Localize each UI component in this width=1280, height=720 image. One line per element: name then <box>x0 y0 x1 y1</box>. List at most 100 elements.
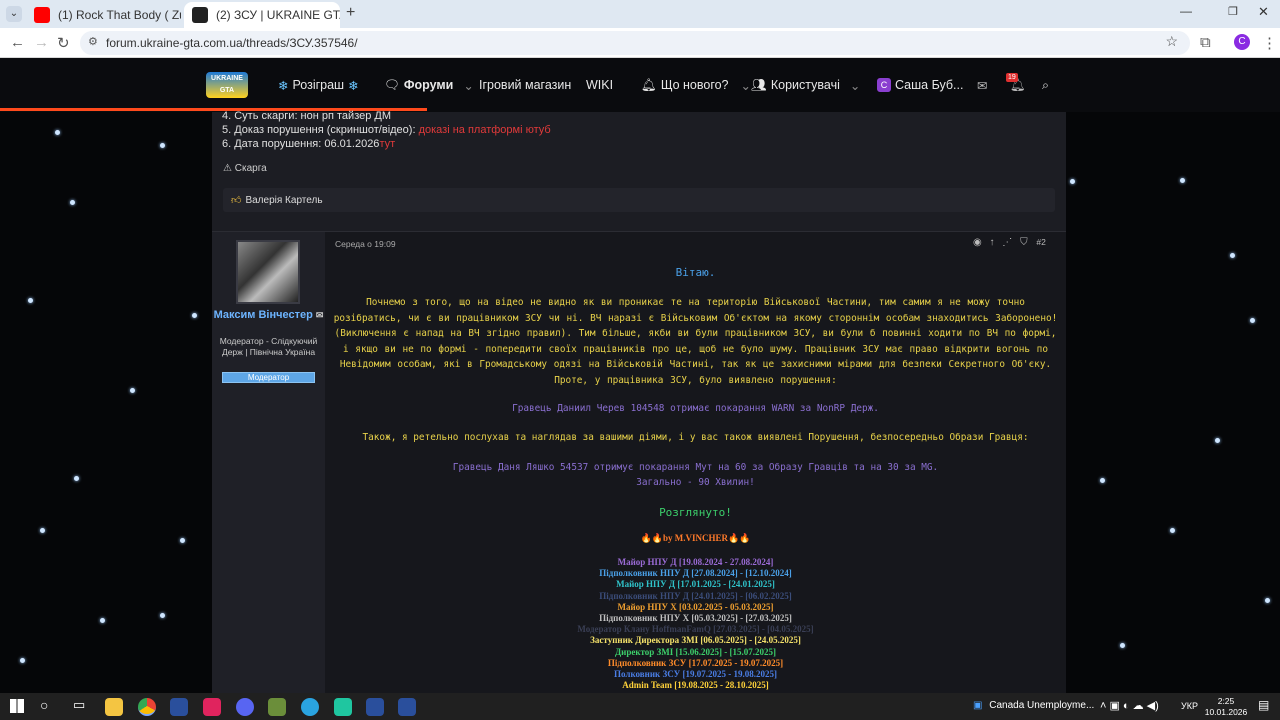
clock-time: 2:25 <box>1217 696 1235 706</box>
minimize-icon[interactable]: — <box>1180 4 1192 18</box>
post-date[interactable]: Середа о 19:09 <box>335 239 396 249</box>
nav-shop[interactable]: Ігровий магазин <box>479 58 571 112</box>
news-widget[interactable]: ▣ Canada Unemployme... <box>973 700 1094 711</box>
penalty-2: Гравець Даня Ляшко 54537 отримує покаран… <box>452 462 939 473</box>
inbox-icon[interactable]: ✉ <box>977 58 987 112</box>
site-info-icon[interactable]: ⚙ <box>88 35 98 48</box>
snowflake <box>70 200 75 205</box>
back-icon[interactable]: ← <box>10 34 25 51</box>
app-icon[interactable] <box>170 698 188 716</box>
snowflake <box>55 130 60 135</box>
nav-wiki[interactable]: WIKI <box>586 58 613 112</box>
snowflake <box>1100 478 1105 483</box>
url-text: forum.ukraine-gta.com.ua/threads/ЗСУ.357… <box>106 36 358 50</box>
share-icon[interactable]: ⋰ <box>1002 237 1012 248</box>
forward-icon[interactable]: → <box>34 34 49 51</box>
greeting: Вітаю. <box>675 266 716 279</box>
snowflake <box>28 298 33 303</box>
paragraph-2: Також, я ретельно послухав та наглядав з… <box>362 432 1029 443</box>
language-indicator[interactable]: УКР <box>1181 701 1198 711</box>
snowflake <box>40 528 45 533</box>
bookmark-check-icon[interactable]: ◉ <box>973 237 982 248</box>
tiktok-icon[interactable] <box>203 698 221 716</box>
app-icon[interactable] <box>398 698 416 716</box>
nav-giveaway[interactable]: ❄ Розіграш ❄ <box>278 58 359 112</box>
career-line: Директор ЗМІ [15.06.2025] - [15.07.2025] <box>614 646 777 657</box>
post-2: Максим Вінчестер ✉ Модератор - Слідкуючи… <box>212 231 1066 693</box>
profile-avatar[interactable]: C <box>1234 34 1250 50</box>
bookmark-star-icon[interactable]: ☆ <box>1165 33 1178 50</box>
browser-tab-forum[interactable]: (2) ЗСУ | UKRAINE GTA - Ігрові ✕ <box>184 2 340 28</box>
notifications-icon[interactable]: ▤ <box>1258 698 1269 712</box>
nav-forums-label: Форуми <box>403 78 454 92</box>
reactions-bar[interactable]: 👍︎ Валерія Картель <box>223 188 1055 212</box>
bookmark-icon[interactable]: ⛉ <box>1020 237 1028 248</box>
snowflake <box>100 618 105 623</box>
vpn-icon[interactable] <box>334 698 352 716</box>
account-avatar: С <box>877 78 891 92</box>
snowflake <box>180 538 185 543</box>
forum-favicon-icon <box>192 7 208 23</box>
career-line: Майор НПУ Д [19.08.2024 - 27.08.2024] <box>617 557 774 567</box>
career-line: Підполковник НПУ Д [27.08.2024] - [12.10… <box>599 568 792 579</box>
chat-icon: 🗨 <box>384 77 400 92</box>
post-number[interactable]: #2 <box>1036 237 1045 247</box>
date-link[interactable]: тут <box>379 138 395 150</box>
site-logo[interactable]: UKRAINE GTA <box>206 72 248 98</box>
chevron-down-icon[interactable]: ⌄ <box>463 78 473 93</box>
avatar[interactable] <box>236 240 300 304</box>
envelope-icon: ✉ <box>315 310 324 320</box>
new-tab-button[interactable]: + <box>346 4 355 22</box>
snowflake <box>1215 438 1220 443</box>
telegram-icon[interactable] <box>301 698 319 716</box>
tab-search-button[interactable]: ⌄ <box>6 6 22 22</box>
nav-forums[interactable]: 🗨 Форуми ⌄ <box>384 58 474 112</box>
youtube-icon <box>34 7 50 23</box>
task-view-icon[interactable]: ▭ <box>73 697 85 713</box>
report-button[interactable]: ⚠ Скарга <box>223 163 267 174</box>
post-actions: ◉ ↑ ⋰ ⛉ #2 <box>973 237 1046 248</box>
alerts-bell-icon[interactable]: 🔔︎ 19 <box>1006 58 1026 112</box>
username-link[interactable]: Максим Вінчестер ✉ <box>212 309 325 322</box>
windows-taskbar: ○ ▭ ▣ Canada Unemployme... ˄ ▣ ◐ ☁ ◀︎) У… <box>0 693 1280 720</box>
chevron-down-icon[interactable]: ⌄ <box>741 78 751 93</box>
warning-icon: ⚠ <box>223 163 232 174</box>
reload-icon[interactable]: ↻ <box>57 34 70 52</box>
web-page: UKRAINE GTA ❄ Розіграш ❄ 🗨 Форуми ⌄ Ігро… <box>0 58 1280 693</box>
clock[interactable]: 2:25 10.01.2026 <box>1203 696 1249 718</box>
status: Розглянуто! <box>659 506 732 519</box>
snowflake <box>1180 178 1185 183</box>
file-explorer-icon[interactable] <box>105 698 123 716</box>
chevron-down-icon[interactable]: ⌄ <box>850 78 860 93</box>
window-close-icon[interactable]: ✕ <box>1258 4 1269 20</box>
nav-account[interactable]: С Саша Буб... <box>877 58 963 112</box>
restore-icon[interactable]: ❐ <box>1228 5 1238 18</box>
moderator-badge: Модератор <box>222 372 315 383</box>
discord-icon[interactable] <box>236 698 254 716</box>
menu-icon[interactable]: ⋮ <box>1262 34 1277 52</box>
arrow-up-icon[interactable]: ↑ <box>990 237 995 248</box>
search-icon[interactable]: ○ <box>40 697 48 713</box>
extensions-icon[interactable]: ⧉ <box>1200 34 1211 51</box>
chrome-icon[interactable] <box>138 698 156 716</box>
windows-start-icon[interactable] <box>10 699 24 713</box>
evidence-link[interactable]: доказі на платформі ютуб <box>419 124 551 136</box>
snowflake <box>74 476 79 481</box>
career-line: Підполковник ЗСУ [17.07.2025 - 19.07.202… <box>607 657 784 668</box>
thumbs-up-icon: 👍︎ <box>231 195 242 206</box>
nav-wiki-label: WIKI <box>586 78 614 92</box>
snowflake-icon: ❄ <box>278 78 289 93</box>
reaction-user[interactable]: Валерія Картель <box>245 195 322 206</box>
browser-tab-youtube[interactable]: (1) Rock That Body ( Zusebi Re ✕ <box>26 2 181 28</box>
app-icon[interactable] <box>366 698 384 716</box>
snowflake <box>1070 179 1075 184</box>
minecraft-icon[interactable] <box>268 698 286 716</box>
tray-icons[interactable]: ˄ ▣ ◐ ☁ ◀︎) <box>1100 699 1159 712</box>
nav-users[interactable]: 👥︎ Користувачі ⌄ <box>751 58 860 112</box>
browser-tab-bar: ⌄ (1) Rock That Body ( Zusebi Re ✕ (2) З… <box>0 0 1280 28</box>
url-input[interactable]: ⚙ forum.ukraine-gta.com.ua/threads/ЗСУ.3… <box>80 31 1190 55</box>
nav-whats-new[interactable]: 🔔︎ Що нового? ⌄ <box>641 58 751 112</box>
snowflake <box>1250 318 1255 323</box>
search-icon[interactable]: ⌕ <box>1042 58 1049 112</box>
career-line: Заступник Директора ЗМІ [06.05.2025] - [… <box>590 635 801 646</box>
